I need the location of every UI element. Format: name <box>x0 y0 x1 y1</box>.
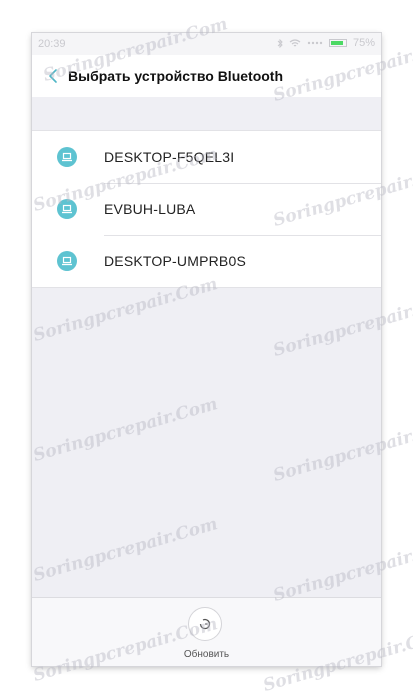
device-row[interactable]: DESKTOP-F5QEL3I <box>32 131 381 183</box>
refresh-button[interactable] <box>188 607 222 641</box>
device-name: DESKTOP-F5QEL3I <box>104 149 235 165</box>
chevron-left-icon <box>49 69 57 83</box>
header: Выбрать устройство Bluetooth <box>32 55 381 97</box>
battery-percent: 75% <box>352 37 375 49</box>
device-row[interactable]: EVBUH-LUBA <box>32 183 381 235</box>
footer: Обновить <box>32 597 381 666</box>
bluetooth-icon <box>277 38 283 48</box>
signal-icon <box>307 41 323 45</box>
status-icons: 75% <box>277 37 375 49</box>
device-name: EVBUH-LUBA <box>104 201 196 217</box>
device-list: DESKTOP-F5QEL3I EVBUH-LUBA DESKTOP-UMPRB… <box>32 130 381 288</box>
laptop-icon <box>57 147 77 167</box>
back-button[interactable] <box>38 55 68 97</box>
refresh-label: Обновить <box>183 649 230 660</box>
status-time: 20:39 <box>38 38 66 50</box>
device-name: DESKTOP-UMPRB0S <box>104 253 246 269</box>
laptop-icon <box>57 199 77 219</box>
refresh-icon <box>199 618 211 630</box>
battery-icon <box>328 39 347 47</box>
device-row[interactable]: DESKTOP-UMPRB0S <box>32 235 381 287</box>
page-title: Выбрать устройство Bluetooth <box>68 68 284 84</box>
phone-screen: 20:39 75% Выбрать устройство Bluetooth D… <box>32 33 381 666</box>
laptop-icon <box>57 251 77 271</box>
wifi-icon <box>289 38 301 46</box>
status-bar: 20:39 75% <box>32 33 381 55</box>
